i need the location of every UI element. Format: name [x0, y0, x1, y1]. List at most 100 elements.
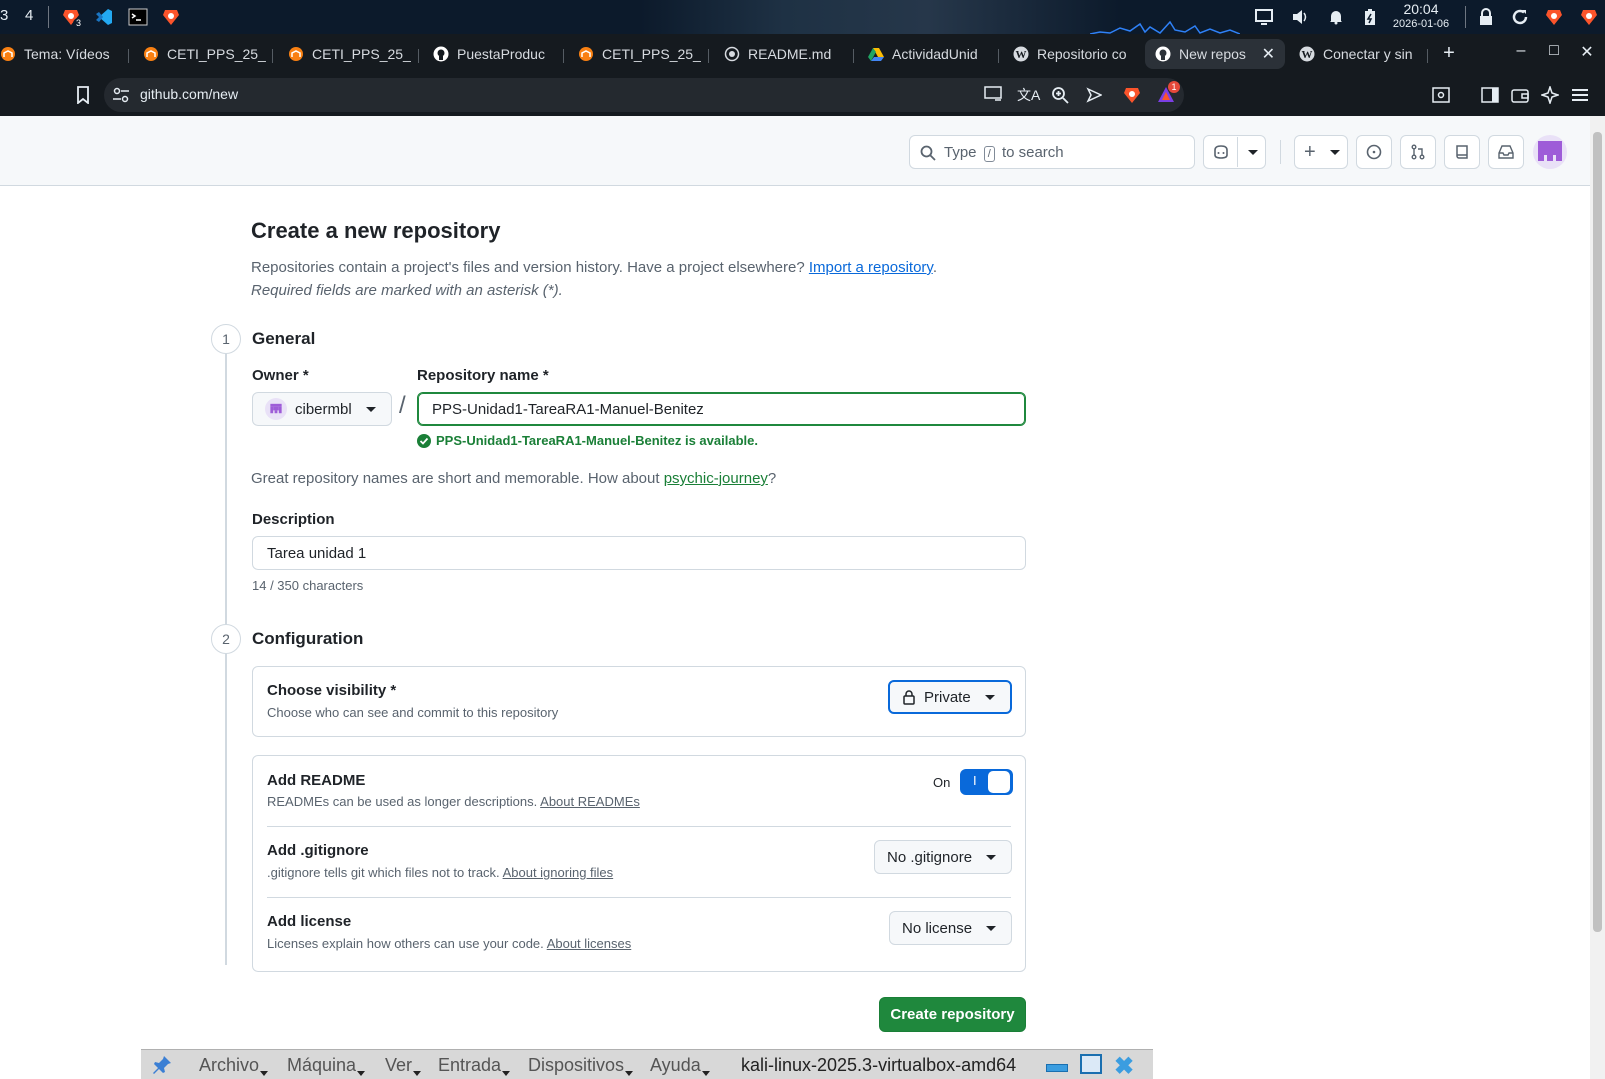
lock-screen-icon[interactable] [1475, 6, 1497, 28]
description-input[interactable]: Tarea unidad 1 [252, 536, 1026, 570]
configuration-heading: Configuration [252, 629, 364, 648]
repositories-button[interactable] [1444, 135, 1480, 169]
send-to-device-icon[interactable] [1086, 87, 1103, 108]
brave-shields-icon[interactable] [1122, 85, 1142, 105]
sidebar-toggle-icon[interactable] [1480, 85, 1500, 105]
minimize-vm-icon[interactable] [1046, 1064, 1068, 1072]
vbox-menu-ayuda[interactable]: Ayuda [650, 1055, 710, 1076]
required-note: Required fields are marked with an aster… [251, 282, 563, 299]
address-bar[interactable]: github.com/new 文A [104, 78, 1184, 112]
wallet-icon[interactable] [1510, 85, 1530, 105]
restart-icon[interactable] [1509, 6, 1531, 28]
minimize-window-button[interactable]: – [1510, 42, 1532, 60]
tab-9[interactable]: W Conectar y sin [1299, 39, 1421, 69]
leo-ai-icon[interactable] [1540, 85, 1560, 105]
import-repository-link[interactable]: Import a repository [809, 259, 933, 276]
tab-separator [853, 49, 854, 63]
vbox-menu-ver[interactable]: Ver [385, 1055, 422, 1076]
user-avatar[interactable] [1533, 135, 1567, 169]
workspace-indicator-3[interactable]: 3 [0, 7, 8, 24]
copilot-button[interactable] [1203, 135, 1266, 169]
browser-toolbar: github.com/new 文A 1 [0, 74, 1605, 116]
browser-menu-icon[interactable] [1570, 85, 1590, 105]
drive-icon [868, 46, 884, 62]
cast-icon[interactable] [984, 86, 1002, 107]
tab-0[interactable]: Tema: Vídeos [0, 39, 125, 69]
owner-select[interactable]: cibermbl [252, 392, 392, 426]
description-value: Tarea unidad 1 [267, 544, 367, 562]
search-input[interactable]: Type / to search [909, 135, 1195, 169]
new-repository-form: Create a new repository Repositories con… [0, 186, 1590, 1079]
vbox-menu-maquina[interactable]: Máquina [287, 1055, 366, 1076]
issues-button[interactable] [1356, 135, 1392, 169]
battery-icon[interactable] [1359, 6, 1381, 28]
brave-tray-icon[interactable] [1543, 6, 1565, 28]
tab-8-active[interactable]: New repos ✕ [1145, 39, 1285, 69]
chevron-down-icon[interactable] [1248, 150, 1258, 155]
brave-alt-launcher-icon[interactable] [160, 6, 182, 28]
reader-mode-icon[interactable] [1431, 85, 1451, 105]
tab-separator [128, 49, 129, 63]
repository-name-value: PPS-Unidad1-TareaRA1-Manuel-Benitez [432, 400, 704, 418]
tab-6[interactable]: ActividadUnid [868, 39, 998, 69]
search-shortcut-key: / [983, 146, 995, 162]
close-tab-icon[interactable]: ✕ [1262, 44, 1275, 64]
bookmark-icon[interactable] [73, 85, 93, 105]
owner-avatar [265, 398, 287, 420]
create-new-button[interactable]: + [1294, 135, 1348, 169]
description-label: Description [252, 511, 335, 528]
volume-icon[interactable] [1289, 6, 1311, 28]
tab-2[interactable]: CETI_PPS_25_ [288, 39, 418, 69]
plus-icon: + [1304, 141, 1316, 163]
inbox-button[interactable] [1488, 135, 1524, 169]
about-readmes-link[interactable]: About READMEs [540, 794, 640, 809]
repository-name-input[interactable]: PPS-Unidad1-TareaRA1-Manuel-Benitez [417, 392, 1026, 426]
pin-icon[interactable] [151, 1054, 173, 1079]
gitignore-select[interactable]: No .gitignore [874, 840, 1012, 874]
maximize-window-button[interactable]: □ [1543, 42, 1565, 60]
tab-7[interactable]: W Repositorio co [1013, 39, 1141, 69]
notifications-bell-icon[interactable] [1325, 6, 1347, 28]
about-licenses-link[interactable]: About licenses [547, 936, 632, 951]
wordpress-icon: W [1013, 46, 1029, 62]
rewards-alert-badge: 1 [1168, 81, 1180, 93]
vbox-menu-archivo[interactable]: Archivo [199, 1055, 269, 1076]
about-ignoring-files-link[interactable]: About ignoring files [503, 865, 614, 880]
vscode-launcher-icon[interactable] [93, 6, 115, 28]
brave-launcher-icon[interactable]: 3 [60, 6, 84, 29]
site-settings-icon[interactable] [112, 86, 130, 109]
visibility-select[interactable]: Private [888, 680, 1012, 714]
tab-separator [418, 49, 419, 63]
tab-4[interactable]: CETI_PPS_25_ [578, 39, 706, 69]
intro-text: Repositories contain a project's files a… [251, 259, 937, 276]
visibility-description: Choose who can see and commit to this re… [267, 705, 559, 720]
suggested-name-link[interactable]: psychic-journey [664, 470, 768, 487]
brave-rewards-icon[interactable]: 1 [1156, 81, 1180, 105]
pull-requests-button[interactable] [1400, 135, 1436, 169]
vbox-menu-dispositivos[interactable]: Dispositivos [528, 1055, 634, 1076]
tab-1[interactable]: CETI_PPS_25_ [143, 39, 278, 69]
url-text[interactable]: github.com/new [140, 86, 238, 102]
brave-tray-icon-2[interactable] [1578, 6, 1600, 28]
tab-5[interactable]: README.md [724, 39, 844, 69]
new-tab-button[interactable]: + [1438, 42, 1460, 65]
tab-3[interactable]: PuestaProduc [433, 39, 558, 69]
readme-title: Add README [267, 772, 366, 789]
tab-separator [563, 49, 564, 63]
translate-icon[interactable]: 文A [1017, 85, 1040, 105]
terminal-launcher-icon[interactable] [127, 6, 149, 28]
create-repository-button[interactable]: Create repository [879, 997, 1026, 1032]
system-clock[interactable]: 20:04 2026-01-06 [1386, 1, 1456, 31]
license-select[interactable]: No license [889, 911, 1012, 945]
clock-date: 2026-01-06 [1392, 18, 1450, 30]
workspace-indicator-4[interactable]: 4 [25, 7, 33, 24]
zoom-icon[interactable] [1051, 86, 1069, 109]
scrollbar-thumb[interactable] [1593, 132, 1602, 932]
restore-vm-icon[interactable] [1080, 1054, 1102, 1074]
vbox-menu-entrada[interactable]: Entrada [438, 1055, 511, 1076]
close-vm-icon[interactable]: ✖ [1114, 1052, 1134, 1079]
readme-toggle-switch[interactable]: I [960, 769, 1013, 795]
close-window-button[interactable]: ✕ [1576, 42, 1598, 62]
general-heading: General [252, 329, 316, 348]
display-icon[interactable] [1253, 6, 1275, 28]
